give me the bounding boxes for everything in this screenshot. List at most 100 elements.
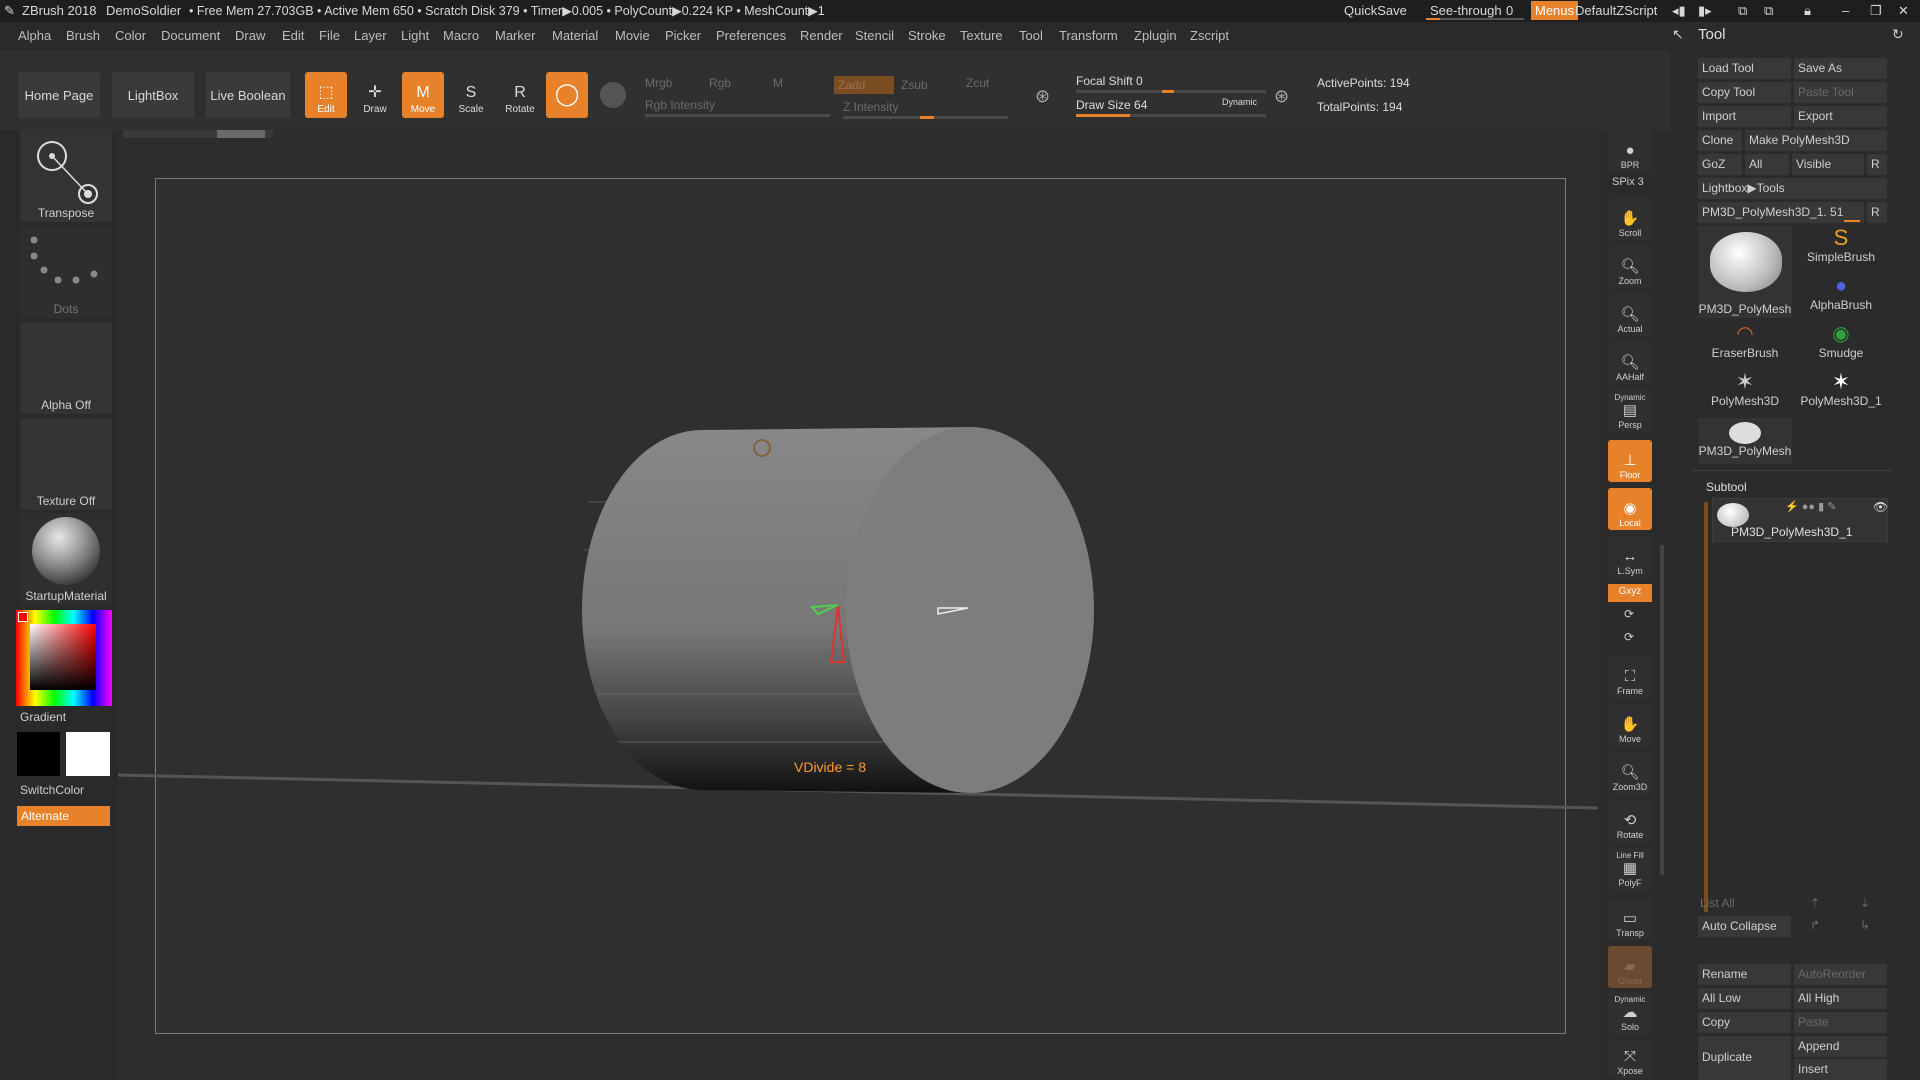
lsym-button[interactable]: ↔ L.Sym: [1608, 536, 1652, 578]
goz-r-button[interactable]: R: [1867, 154, 1887, 175]
switchcolor-button[interactable]: SwitchColor: [20, 783, 84, 797]
scale-mode-button[interactable]: S Scale: [450, 72, 492, 118]
tool-thumb-simplebrush[interactable]: S SimpleBrush: [1794, 226, 1888, 272]
tool-thumb-pm3d-polymesh[interactable]: PM3D_PolyMesh: [1698, 226, 1792, 318]
transp-button[interactable]: ▭ Transp: [1608, 898, 1652, 940]
xyz-button[interactable]: Gxyz: [1608, 584, 1652, 602]
menu-transform[interactable]: Transform: [1059, 28, 1118, 43]
m-button[interactable]: M: [773, 76, 783, 90]
menu-draw[interactable]: Draw: [235, 28, 265, 43]
menu-zscript[interactable]: Zscript: [1190, 28, 1229, 43]
floor-button[interactable]: ⊥ Floor: [1608, 440, 1652, 482]
alternate-button[interactable]: Alternate: [17, 806, 110, 826]
all-low-button[interactable]: All Low: [1698, 988, 1791, 1009]
zsub-button[interactable]: Zsub: [901, 78, 928, 92]
see-through-slider[interactable]: [1426, 18, 1524, 20]
menu-zplugin[interactable]: Zplugin: [1134, 28, 1177, 43]
tool-thumb-pm3d-polymesh-2[interactable]: PM3D_PolyMesh: [1698, 418, 1792, 464]
subtool-item[interactable]: ⚡ ●● ▮ ✎ 👁︎ PM3D_PolyMesh3D_1: [1712, 498, 1888, 542]
menu-marker[interactable]: Marker: [495, 28, 535, 43]
zoom3d-button[interactable]: 🔍︎ Zoom3D: [1608, 752, 1652, 794]
focal-shift-slider[interactable]: Focal Shift 0: [1076, 74, 1143, 88]
menu-edit[interactable]: Edit: [282, 28, 304, 43]
move-mode-button[interactable]: M Move: [402, 72, 444, 118]
close-icon[interactable]: ✕: [1898, 3, 1909, 19]
duplicate-button[interactable]: Duplicate: [1698, 1036, 1791, 1080]
quicksave-button[interactable]: QuickSave: [1344, 3, 1407, 18]
dynamic-button[interactable]: Dynamic: [1222, 97, 1257, 107]
goz-button[interactable]: GoZ: [1698, 154, 1742, 175]
bpr-button[interactable]: ● BPR: [1608, 130, 1652, 172]
load-tool-button[interactable]: Load Tool: [1698, 58, 1791, 79]
live-boolean-button[interactable]: Live Boolean: [206, 72, 290, 118]
current-tool-slider[interactable]: PM3D_PolyMesh3D_1. 51: [1698, 202, 1864, 223]
export-button[interactable]: Export: [1794, 106, 1887, 127]
alpha-slot[interactable]: Alpha Off: [20, 322, 112, 414]
zoom-button[interactable]: 🔍︎ Zoom: [1608, 246, 1652, 288]
menu-color[interactable]: Color: [115, 28, 146, 43]
subtool-copy-button[interactable]: Copy: [1698, 1012, 1791, 1033]
subtool-icons[interactable]: ⚡ ●● ▮ ✎: [1785, 500, 1836, 513]
move-up-icon[interactable]: ⇡: [1810, 896, 1820, 910]
menu-texture[interactable]: Texture: [960, 28, 1003, 43]
actual-button[interactable]: 🔍︎ Actual: [1608, 294, 1652, 336]
goz-visible-button[interactable]: Visible: [1792, 154, 1864, 175]
local-button[interactable]: ◉ Local: [1608, 488, 1652, 530]
cylinder-mesh[interactable]: VDivide = 8: [118, 130, 1608, 1080]
refresh-icon[interactable]: ↻: [1892, 26, 1904, 43]
all-high-button[interactable]: All High: [1794, 988, 1887, 1009]
minimize-icon[interactable]: –: [1842, 3, 1849, 18]
color-square[interactable]: [30, 624, 96, 690]
secondary-color-swatch[interactable]: [17, 732, 60, 776]
layout2-icon[interactable]: ▮▸: [1698, 3, 1712, 19]
menu-material[interactable]: Material: [552, 28, 598, 43]
layout-icon[interactable]: ◂▮: [1672, 3, 1686, 19]
menu-stencil[interactable]: Stencil: [855, 28, 894, 43]
gizmo-button[interactable]: ◯: [546, 72, 588, 118]
append-button[interactable]: Append: [1794, 1036, 1887, 1057]
tool-thumb-polymesh3d[interactable]: ✶ PolyMesh3D: [1698, 370, 1792, 416]
texture-slot[interactable]: Texture Off: [20, 418, 112, 510]
autoreorder-button[interactable]: AutoReorder: [1794, 964, 1887, 985]
scroll-button[interactable]: ✋ Scroll: [1608, 198, 1652, 240]
make-polymesh-button[interactable]: Make PolyMesh3D: [1745, 130, 1887, 151]
ghost-button[interactable]: ▰ Ghost: [1608, 946, 1652, 988]
tool-thumb-polymesh3d-1[interactable]: ✶ PolyMesh3D_1: [1794, 370, 1888, 416]
goz-all-button[interactable]: All: [1745, 154, 1789, 175]
lock-icon[interactable]: 🔒︎: [1804, 3, 1811, 19]
see-through-label[interactable]: See-through: [1430, 3, 1502, 18]
gradient-label[interactable]: Gradient: [20, 710, 66, 724]
lightbox-tools-button[interactable]: Lightbox▶Tools: [1698, 178, 1887, 199]
spix-slider[interactable]: SPix 3: [1612, 176, 1644, 188]
menu-movie[interactable]: Movie: [615, 28, 650, 43]
insert-button[interactable]: Insert: [1794, 1059, 1887, 1080]
list-all-button[interactable]: List All: [1700, 896, 1735, 910]
move-down-icon[interactable]: ⇣: [1860, 896, 1870, 910]
xpose-button[interactable]: ⤧ Xpose: [1608, 1040, 1652, 1078]
draw-mode-button[interactable]: ✛ Draw: [354, 72, 396, 118]
save-as-button[interactable]: Save As: [1794, 58, 1887, 79]
subtool-paste-button[interactable]: Paste: [1794, 1012, 1887, 1033]
focal-shift-icon[interactable]: ⊛: [1035, 86, 1050, 107]
subtool-header[interactable]: Subtool: [1706, 480, 1747, 494]
menu-picker[interactable]: Picker: [665, 28, 701, 43]
polyf-button[interactable]: Line Fill ▦ PolyF: [1608, 848, 1652, 890]
mrgb-button[interactable]: Mrgb: [645, 76, 672, 90]
rgb-intensity-slider[interactable]: Rgb Intensity: [645, 98, 715, 112]
zcut-button[interactable]: Zcut: [966, 76, 989, 90]
rotate-mode-button[interactable]: R Rotate: [499, 72, 541, 118]
main-color-swatch[interactable]: [66, 732, 110, 776]
rotate-view-button[interactable]: ⟲ Rotate: [1608, 800, 1652, 842]
rotate-y-icon[interactable]: ⟳: [1624, 607, 1634, 621]
menu-alpha[interactable]: Alpha: [18, 28, 51, 43]
default-zscript[interactable]: DefaultZScript: [1575, 3, 1657, 18]
transpose-brush-slot[interactable]: Transpose: [20, 130, 112, 222]
material-sphere-icon[interactable]: [600, 82, 626, 108]
paste-tool-button[interactable]: Paste Tool: [1794, 82, 1887, 103]
tool-thumb-eraserbrush[interactable]: ◠ EraserBrush: [1698, 322, 1792, 368]
menu-light[interactable]: Light: [401, 28, 429, 43]
subtool-eye-icon[interactable]: 👁︎: [1873, 500, 1888, 514]
menu-file[interactable]: File: [319, 28, 340, 43]
tool-palette-title[interactable]: Tool: [1698, 26, 1726, 43]
rotate-z-icon[interactable]: ⟳: [1624, 630, 1634, 644]
